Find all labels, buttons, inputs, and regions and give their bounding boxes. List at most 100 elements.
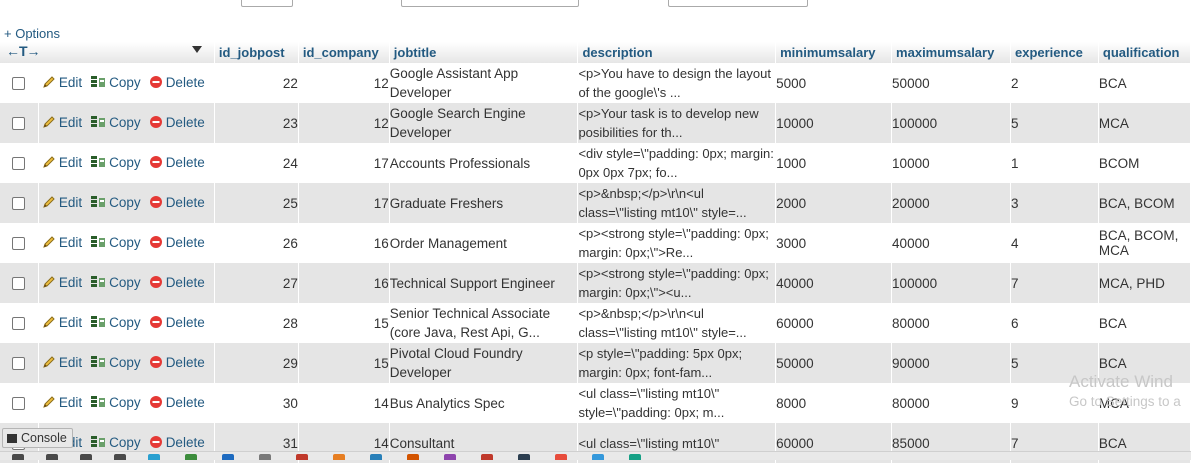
filter-input-3[interactable]: [668, 0, 808, 7]
row-checkbox-cell: [0, 223, 39, 263]
cell-experience: 6: [1010, 303, 1099, 343]
filter-input-1[interactable]: [241, 0, 293, 7]
taskbar-app-icon[interactable]: [592, 454, 604, 460]
row-checkbox[interactable]: [12, 357, 26, 371]
header-id-jobpost[interactable]: id_jobpost: [214, 42, 299, 63]
table-row[interactable]: Edit Copy Delete 23 12 Google Search Engine D…: [0, 103, 1191, 143]
taskbar-app-icon[interactable]: [46, 454, 58, 460]
taskbar-app-icon[interactable]: [407, 454, 419, 460]
copy-icon: [90, 155, 106, 172]
taskbar-app-icon[interactable]: [296, 454, 308, 460]
table-row[interactable]: Edit Copy Delete 24 17 Accounts Professionals…: [0, 143, 1191, 183]
edit-button[interactable]: Edit: [42, 395, 82, 412]
delete-label: Delete: [165, 354, 205, 370]
row-checkbox[interactable]: [12, 117, 26, 131]
table-row[interactable]: Edit Copy Delete 22 12 Google Assistant App D…: [0, 63, 1191, 103]
edit-button[interactable]: Edit: [42, 75, 82, 92]
taskbar-app-icon[interactable]: [80, 454, 92, 460]
copy-label: Copy: [109, 434, 141, 450]
row-checkbox[interactable]: [12, 317, 26, 331]
delete-button[interactable]: Delete: [149, 115, 205, 132]
header-maximumsalary[interactable]: maximumsalary: [891, 42, 1011, 63]
sort-dropdown-icon[interactable]: [192, 46, 202, 53]
row-checkbox[interactable]: [12, 157, 26, 171]
table-row[interactable]: Edit Copy Delete 25 17 Graduate Freshers <p>&n…: [0, 183, 1191, 223]
delete-button[interactable]: Delete: [149, 355, 205, 372]
header-minimumsalary[interactable]: minimumsalary: [775, 42, 893, 63]
header-qualification[interactable]: qualification: [1098, 42, 1191, 63]
copy-button[interactable]: Copy: [90, 235, 141, 252]
taskbar-app-icon[interactable]: [370, 454, 382, 460]
taskbar-app-icon[interactable]: [148, 454, 160, 460]
pencil-icon: [42, 75, 56, 92]
taskbar-app-icon[interactable]: [518, 454, 530, 460]
delete-icon: [149, 235, 163, 252]
row-actions: Edit Copy Delete: [38, 263, 215, 303]
cell-qualification: BCOM: [1098, 143, 1191, 183]
taskbar-app-icon[interactable]: [444, 454, 456, 460]
table-row[interactable]: Edit Copy Delete 26 16 Order Management <p><st…: [0, 223, 1191, 263]
edit-button[interactable]: Edit: [42, 115, 82, 132]
edit-button[interactable]: Edit: [42, 315, 82, 332]
row-checkbox[interactable]: [12, 397, 26, 411]
copy-button[interactable]: Copy: [90, 275, 141, 292]
cell-text-wrap: <p>Your task is to develop new posibilit…: [578, 106, 759, 140]
cell-text-wrap: <p style=\"padding: 5px 0px; margin: 0px…: [578, 346, 743, 380]
delete-button[interactable]: Delete: [149, 155, 205, 172]
edit-button[interactable]: Edit: [42, 155, 82, 172]
delete-button[interactable]: Delete: [149, 75, 205, 92]
delete-button[interactable]: Delete: [149, 435, 205, 452]
edit-button[interactable]: Edit: [42, 355, 82, 372]
row-checkbox[interactable]: [12, 197, 26, 211]
console-button[interactable]: Console: [2, 428, 73, 448]
cell-text-wrap: Google Assistant App Developer: [389, 66, 519, 100]
taskbar-app-icon[interactable]: [481, 454, 493, 460]
edit-button[interactable]: Edit: [42, 195, 82, 212]
copy-button[interactable]: Copy: [90, 115, 141, 132]
row-checkbox[interactable]: [12, 277, 26, 291]
taskbar-app-icon[interactable]: [185, 454, 197, 460]
taskbar-app-icon[interactable]: [222, 454, 234, 460]
taskbar-app-icon[interactable]: [114, 454, 126, 460]
copy-button[interactable]: Copy: [90, 195, 141, 212]
table-row[interactable]: Edit Copy Delete 27 16 Technical Support Engi…: [0, 263, 1191, 303]
delete-button[interactable]: Delete: [149, 315, 205, 332]
taskbar-app-icon[interactable]: [629, 454, 641, 460]
table-row[interactable]: Edit Copy Delete 30 14 Bus Analytics Spec <ul …: [0, 383, 1191, 423]
taskbar-app-icon[interactable]: [12, 454, 24, 460]
header-id-company[interactable]: id_company: [298, 42, 390, 63]
cell-qualification: MCA, PHD: [1098, 263, 1191, 303]
copy-button[interactable]: Copy: [90, 355, 141, 372]
header-jobtitle[interactable]: jobtitle: [389, 42, 579, 63]
edit-button[interactable]: Edit: [42, 235, 82, 252]
row-checkbox[interactable]: [12, 77, 26, 91]
cell-text-wrap: Technical Support Engineer: [389, 275, 555, 291]
header-experience[interactable]: experience: [1010, 42, 1099, 63]
options-link[interactable]: + Options: [4, 26, 60, 41]
delete-button[interactable]: Delete: [149, 275, 205, 292]
taskbar-app-icon[interactable]: [333, 454, 345, 460]
edit-button[interactable]: Edit: [42, 275, 82, 292]
row-checkbox[interactable]: [12, 237, 26, 251]
delete-button[interactable]: Delete: [149, 395, 205, 412]
copy-button[interactable]: Copy: [90, 395, 141, 412]
row-actions: Edit Copy Delete: [38, 143, 215, 183]
taskbar-app-icon[interactable]: [259, 454, 271, 460]
taskbar-app-icon[interactable]: [555, 454, 567, 460]
cell-experience: 7: [1010, 263, 1099, 303]
filter-input-2[interactable]: [401, 0, 579, 7]
delete-button[interactable]: Delete: [149, 195, 205, 212]
copy-button[interactable]: Copy: [90, 155, 141, 172]
copy-button[interactable]: Copy: [90, 315, 141, 332]
column-resize-arrows-icon[interactable]: ←T→: [6, 43, 41, 59]
table-row[interactable]: Edit Copy Delete 28 15 Senior Technical Assoc…: [0, 303, 1191, 343]
table-row[interactable]: Edit Copy Delete 29 15 Pivotal Cloud Foundry …: [0, 343, 1191, 383]
copy-button[interactable]: Copy: [90, 435, 141, 452]
cell-minimumsalary: 5000: [775, 63, 893, 103]
delete-label: Delete: [165, 314, 205, 330]
copy-button[interactable]: Copy: [90, 75, 141, 92]
delete-button[interactable]: Delete: [149, 235, 205, 252]
header-description[interactable]: description: [577, 42, 777, 63]
cell-description: <p><strong style=\"padding: 0px; margin:…: [577, 223, 777, 263]
cell-maximumsalary: 50000: [891, 63, 1011, 103]
